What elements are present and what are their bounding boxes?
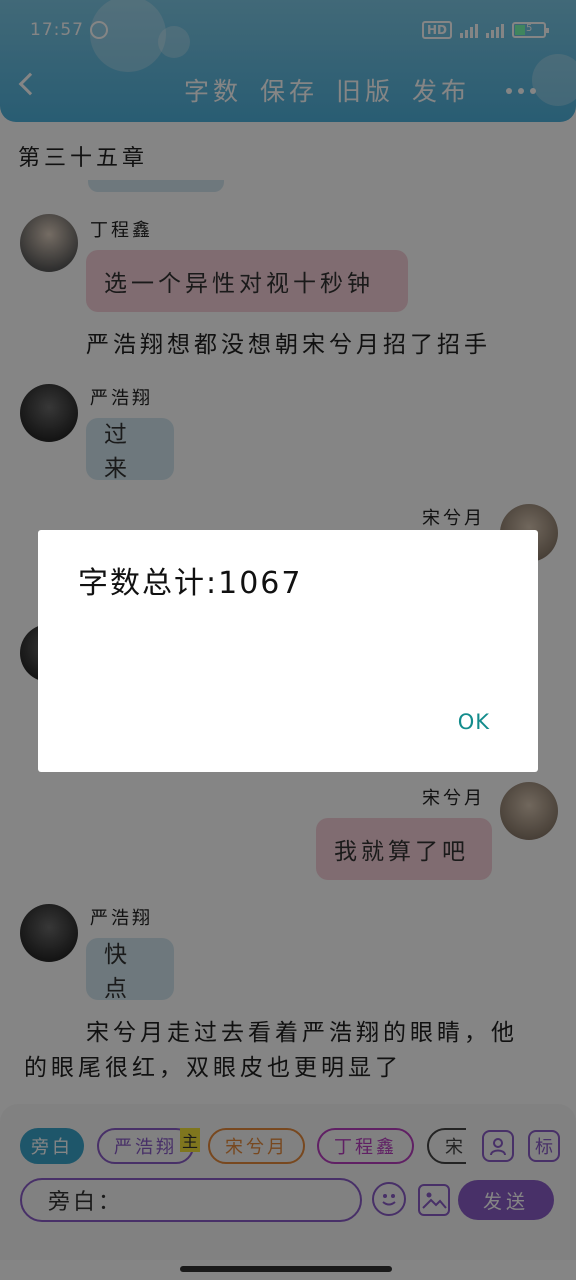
dialog-message: 字数总计:1067 <box>78 566 303 601</box>
word-count-dialog: 字数总计:1067 OK <box>38 530 538 772</box>
ok-button[interactable]: OK <box>458 710 490 734</box>
